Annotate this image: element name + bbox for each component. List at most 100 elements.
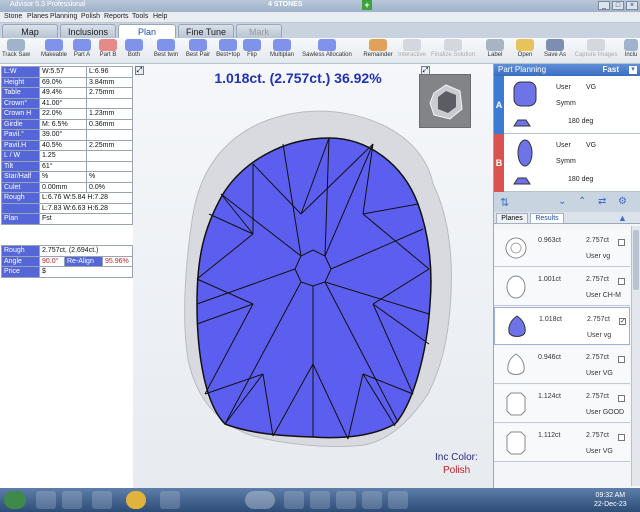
list-item[interactable]: 1.018ct 2.757ct User vg ✓ — [494, 307, 630, 345]
window-title: Advisor 5.3 Professional — [10, 1, 86, 8]
taskbar-app-icon[interactable] — [36, 491, 56, 509]
results-scrollbar[interactable] — [631, 226, 640, 486]
profile-shape-icon — [513, 119, 531, 127]
taskbar-app-icon[interactable] — [160, 491, 180, 509]
pear-diamond-icon — [508, 315, 526, 337]
tab-results[interactable]: Results — [530, 213, 564, 224]
result-checkbox[interactable] — [618, 278, 625, 285]
planning-mode[interactable]: Fast — [603, 64, 619, 76]
finalize-solution-button[interactable]: Finalize Solution — [428, 39, 478, 63]
result-checkbox[interactable] — [618, 239, 625, 246]
list-item[interactable]: 1.112ct 2.757ct User VG — [494, 424, 630, 462]
sort-icon[interactable]: ⇅ — [500, 196, 509, 209]
result-checkbox[interactable]: ✓ — [619, 318, 626, 325]
close-icon[interactable]: × — [626, 1, 638, 10]
maximize-icon[interactable]: □ — [612, 1, 624, 10]
list-item[interactable]: 0.946ct 2.757ct User VG — [494, 346, 630, 384]
chevron-down-icon[interactable]: ⌄ — [558, 196, 566, 207]
minimize-icon[interactable]: _ — [598, 1, 610, 10]
tab-fine-tune[interactable]: Fine Tune — [178, 24, 234, 38]
stone-view[interactable]: ⤢ 1.018ct. (2.757ct.) 36.92% ⤢ Inc Color… — [133, 64, 493, 488]
part-b-card[interactable]: B User VG Symm 180 deg — [494, 134, 640, 192]
result-checkbox[interactable] — [618, 395, 625, 402]
scrollbar-thumb[interactable] — [633, 230, 639, 290]
both-icon — [125, 39, 143, 51]
table-row: Star/Half%% — [1, 171, 133, 183]
menu-bar: Stone Planes Planning Polish Reports Too… — [0, 12, 640, 23]
both-button[interactable]: Both — [118, 39, 150, 63]
inclu-button[interactable]: Inclu — [622, 39, 640, 63]
table-row: Angle 90.0° Re-Align 95.96% — [1, 255, 133, 267]
tab-mark[interactable]: Mark — [236, 24, 282, 38]
interactive-button[interactable]: Interactive — [396, 39, 428, 63]
best-twin-button[interactable]: Best twin — [150, 39, 182, 63]
list-item[interactable]: 1.001ct 2.757ct User CH-M — [494, 268, 630, 306]
system-clock[interactable]: 09:32 AM 22-Dec-23 — [594, 491, 627, 509]
table-row: Rough 2.757ct. (2.694ct.) — [1, 245, 133, 257]
label-button[interactable]: Label — [482, 39, 508, 63]
interactive-icon — [403, 39, 421, 51]
sawless-allocation-button[interactable]: Sawless Allocation — [298, 39, 356, 63]
table-row: Rough L:6.76 W:5.84 H:7.28 — [1, 192, 133, 204]
round-diamond-icon — [505, 237, 527, 259]
collapse-icon[interactable]: ▲ — [618, 213, 627, 223]
table-row: Height 69.0% 3.84mm — [1, 76, 133, 88]
table-row: Culet 0.00mm 0.0% — [1, 181, 133, 193]
result-checkbox[interactable] — [618, 434, 625, 441]
menu-reports[interactable]: Reports — [104, 13, 129, 20]
save-icon — [546, 39, 564, 51]
window-center-title: 4 STONES — [268, 1, 303, 8]
menu-planning[interactable]: Planning — [50, 13, 77, 20]
track-saw-button[interactable]: Track Saw — [0, 39, 32, 63]
add-icon[interactable]: + — [362, 0, 372, 10]
capture-images-button[interactable]: Capture Images — [572, 39, 620, 63]
result-checkbox[interactable] — [618, 356, 625, 363]
menu-polish[interactable]: Polish — [81, 13, 100, 20]
tab-map[interactable]: Map — [2, 24, 58, 38]
chrome-icon[interactable] — [126, 491, 146, 509]
zoom-out-icon[interactable] — [310, 491, 330, 509]
menu-help[interactable]: Help — [153, 13, 167, 20]
tab-planes[interactable]: Planes — [496, 213, 528, 224]
fit-icon[interactable] — [362, 491, 382, 509]
sawless-icon — [318, 39, 336, 51]
table-row: L:7.83 W:6.63 H:6.28 — [1, 202, 133, 214]
part-a-card[interactable]: A User VG Symm 180 deg — [494, 76, 640, 134]
save-as-button[interactable]: Save As — [540, 39, 570, 63]
inclusion-color-value[interactable]: Polish — [443, 465, 470, 476]
taskbar-app-icon[interactable] — [62, 491, 82, 509]
flip-button[interactable]: Flip — [236, 39, 268, 63]
menu-planes[interactable]: Planes — [27, 13, 48, 20]
list-item[interactable]: 0.963ct 2.757ct User vg — [494, 229, 630, 267]
zoom-in-icon[interactable] — [284, 491, 304, 509]
options-icon[interactable]: ⚙ — [618, 196, 627, 207]
folder-icon[interactable] — [92, 491, 112, 509]
remainder-icon — [369, 39, 387, 51]
title-bar: Advisor 5.3 Professional 4 STONES + _ □ … — [0, 0, 640, 12]
table-row: Crown° 41.00° — [1, 97, 133, 109]
chevron-up-icon[interactable]: ⌃ — [578, 196, 586, 207]
tab-inclusions[interactable]: Inclusions — [60, 24, 116, 38]
inclusion-icon — [624, 39, 638, 51]
panel-menu-icon[interactable]: ▾ — [629, 66, 637, 74]
view-dial-icon[interactable] — [245, 491, 275, 509]
oval-diamond-icon — [506, 275, 526, 299]
best-pair-button[interactable]: Best Pair — [182, 39, 214, 63]
label-icon — [486, 39, 504, 51]
start-icon[interactable] — [4, 491, 26, 509]
measure-icon[interactable] — [388, 491, 408, 509]
profile-shape-icon — [513, 177, 531, 185]
menu-stone[interactable]: Stone — [4, 13, 22, 20]
table-row: Tilt 61° — [1, 160, 133, 172]
menu-tools[interactable]: Tools — [132, 13, 148, 20]
swap-icon[interactable]: ⇄ — [598, 196, 606, 207]
list-item[interactable]: 1.124ct 2.757ct User GOOD — [494, 385, 630, 423]
open-button[interactable]: Open — [512, 39, 538, 63]
multiplan-button[interactable]: Multiplan — [266, 39, 298, 63]
remainder-button[interactable]: Remainder — [360, 39, 396, 63]
rotate-icon[interactable] — [336, 491, 356, 509]
emerald-diamond-icon — [506, 392, 526, 416]
twin-icon — [157, 39, 175, 51]
inclusion-color-label: Inc Color: — [435, 452, 478, 463]
tab-plan[interactable]: Plan — [118, 24, 176, 38]
